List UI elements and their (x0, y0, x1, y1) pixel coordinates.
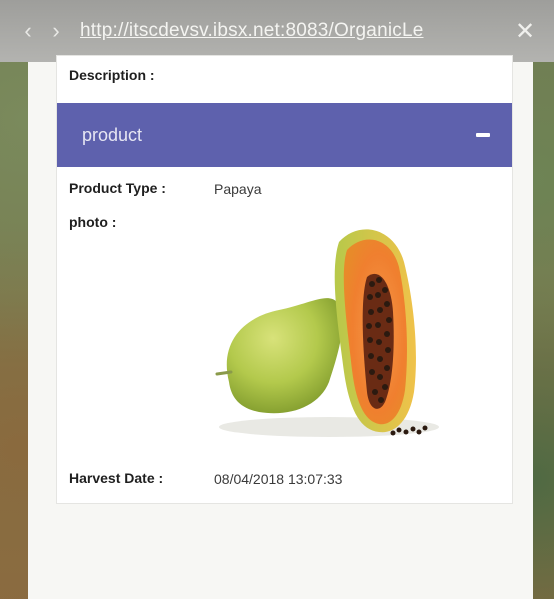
harvest-date-value: 08/04/2018 13:07:33 (214, 471, 343, 487)
url-link[interactable]: http://itscdevsv.ibsx.net:8083/OrganicLe (80, 20, 492, 42)
chevron-left-icon[interactable]: ‹ (14, 17, 42, 45)
papaya-photo (215, 229, 439, 437)
browser-address-bar: ‹ › http://itscdevsv.ibsx.net:8083/Organ… (0, 0, 554, 62)
product-type-label: Product Type : (69, 180, 166, 196)
harvest-date-label: Harvest Date : (69, 470, 164, 486)
product-panel-header[interactable]: product (57, 103, 512, 167)
chevron-right-icon[interactable]: › (42, 17, 70, 45)
product-type-value: Papaya (214, 181, 262, 197)
minus-icon[interactable] (476, 133, 490, 137)
close-icon[interactable]: ✕ (510, 16, 540, 46)
photo-label: photo : (69, 214, 117, 230)
product-details-card: Description : product Product Type : Pap… (56, 55, 513, 504)
description-label: Description : (69, 67, 155, 83)
panel-title: product (82, 124, 143, 145)
